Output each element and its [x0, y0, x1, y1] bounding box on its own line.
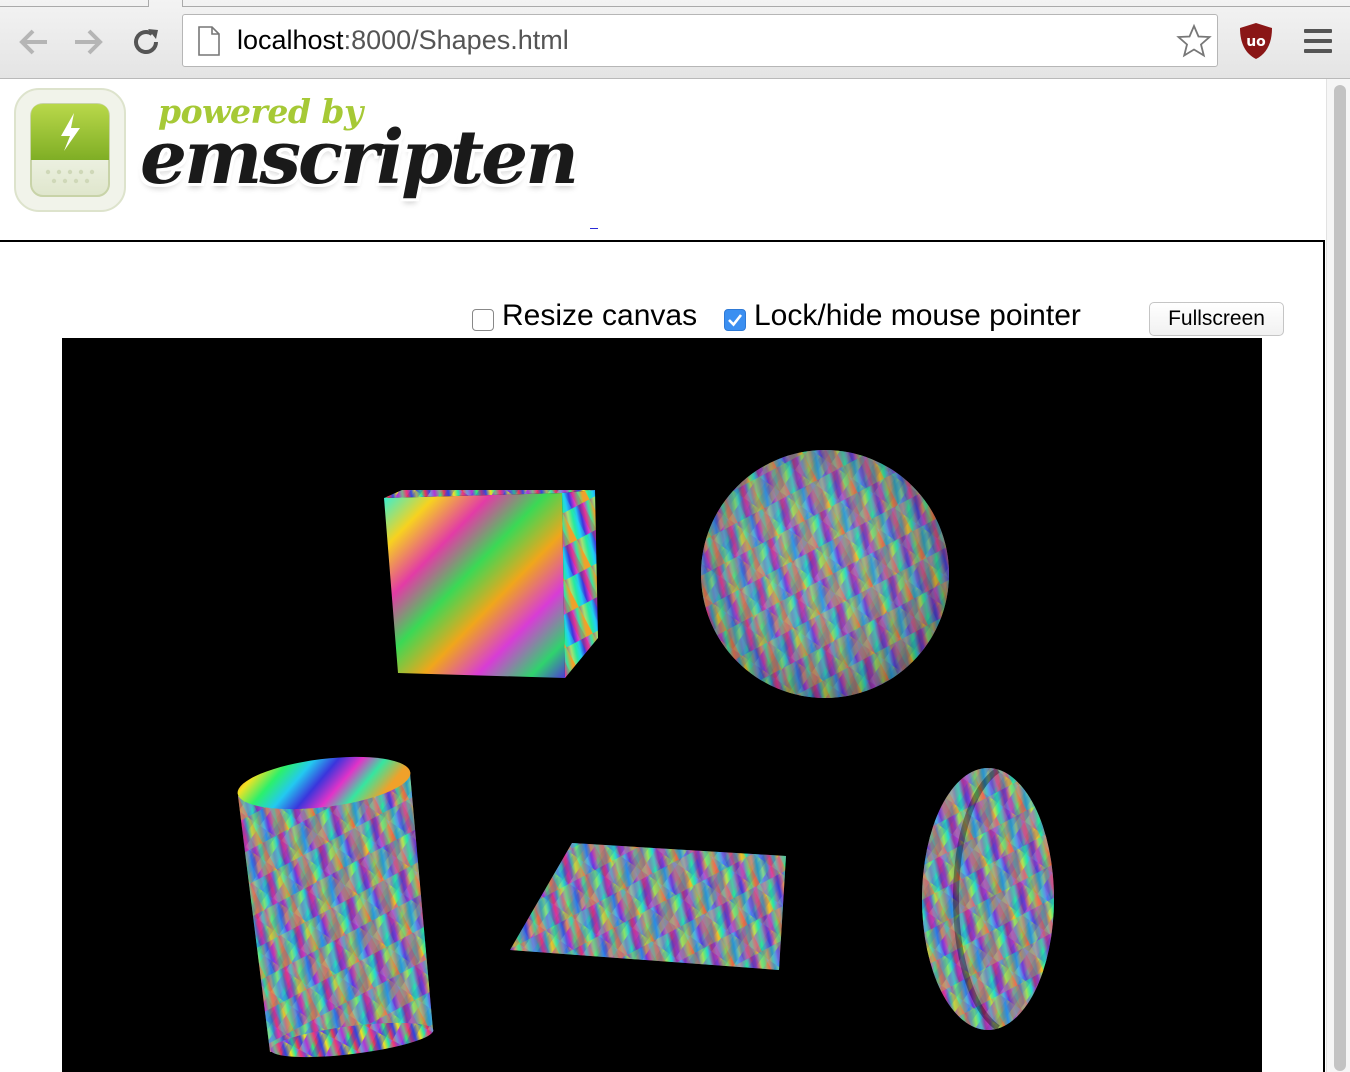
emscripten-logo-icon: [14, 88, 126, 212]
lock-pointer-label[interactable]: Lock/hide mouse pointer: [754, 299, 1081, 333]
webgl-canvas[interactable]: [62, 338, 1262, 1072]
forward-button[interactable]: [68, 22, 108, 62]
svg-text:uo: uo: [1246, 34, 1266, 50]
ublock-icon[interactable]: uo: [1238, 22, 1274, 60]
scrollbar-thumb[interactable]: [1334, 85, 1346, 1071]
url-text[interactable]: localhost:8000/Shapes.html: [237, 25, 569, 56]
plane-shape: [510, 843, 786, 970]
scene-render: [237, 450, 1054, 1058]
url-host: localhost: [237, 25, 344, 55]
torus-shape: [922, 767, 1054, 1031]
tab-strip: [0, 0, 1350, 8]
lock-pointer-checkbox[interactable]: [724, 309, 746, 331]
vertical-scrollbar[interactable]: [1326, 79, 1350, 1072]
reload-button[interactable]: [126, 22, 166, 62]
resize-canvas-label[interactable]: Resize canvas: [502, 299, 697, 333]
reload-icon: [134, 29, 158, 54]
tab-right[interactable]: [182, 0, 1350, 7]
checkmark-icon: [728, 314, 743, 327]
bookmark-star-icon[interactable]: [1176, 23, 1212, 59]
back-icon: [19, 29, 47, 55]
page-icon: [198, 26, 220, 56]
forward-icon: [75, 29, 103, 55]
tab-left[interactable]: [0, 0, 149, 7]
status-link[interactable]: [590, 228, 598, 229]
menu-icon[interactable]: [1302, 25, 1334, 57]
browser-toolbar: localhost:8000/Shapes.html uo: [0, 0, 1350, 79]
cube-shape: [384, 490, 598, 678]
resize-canvas-checkbox[interactable]: [472, 309, 494, 331]
back-button[interactable]: [14, 22, 54, 62]
fullscreen-button[interactable]: Fullscreen: [1149, 302, 1284, 336]
address-bar[interactable]: localhost:8000/Shapes.html: [182, 14, 1218, 67]
sphere-shape: [701, 450, 949, 698]
emscripten-wordmark: emscripten: [140, 115, 579, 201]
url-path: :8000/Shapes.html: [343, 25, 569, 55]
cylinder-shape: [237, 756, 434, 1058]
